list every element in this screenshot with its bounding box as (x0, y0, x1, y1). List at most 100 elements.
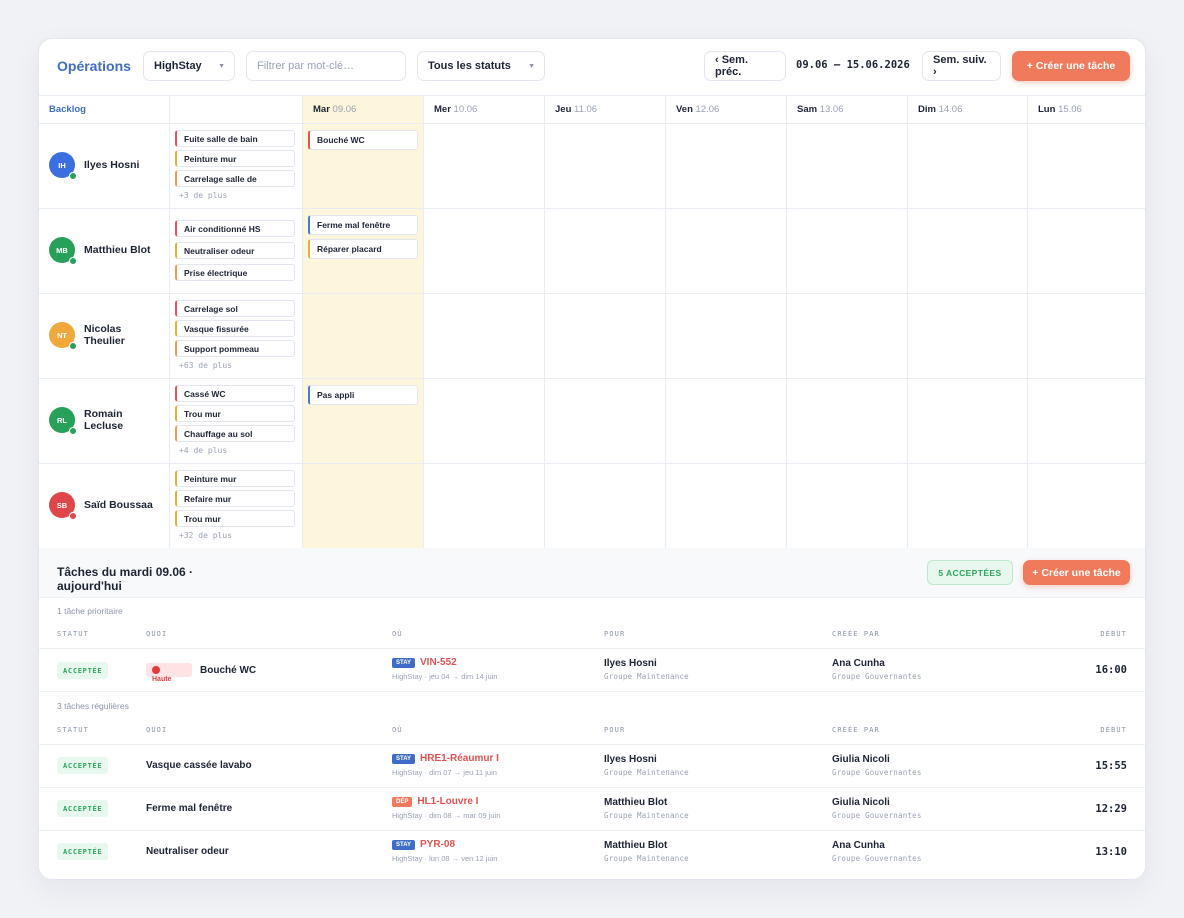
presence-dot (69, 172, 77, 180)
avatar: SB (49, 492, 77, 520)
day-header[interactable]: Jeu 11.06 (544, 95, 665, 124)
create-task-button[interactable]: + Créer une tâche (1012, 51, 1130, 81)
backlog-task[interactable]: Air conditionné HS (175, 220, 295, 237)
scheduled-task[interactable]: Pas appli (308, 385, 418, 405)
backlog-column-header (169, 95, 302, 124)
divider (39, 830, 1145, 831)
person-name: Romain Lecluse (84, 408, 124, 432)
scheduled-task[interactable]: Ferme mal fenêtre (308, 215, 418, 235)
col-header-statut: STATUT (57, 630, 89, 638)
more-link[interactable]: +32 de plus (179, 531, 232, 540)
avatar-initials: NT (57, 330, 67, 340)
person-cell[interactable]: NT Nicolas Theulier (49, 322, 154, 350)
divider (39, 691, 1145, 692)
person-name: Nicolas Theulier (84, 323, 125, 347)
location-link[interactable]: STAY PYR-08 (392, 839, 455, 850)
person-cell[interactable]: RL Romain Lecluse (49, 407, 154, 435)
more-link[interactable]: +3 de plus (179, 191, 227, 200)
avatar-initials: SB (56, 500, 68, 510)
priority-badge (146, 663, 192, 677)
creator-group: Groupe Gouvernantes (832, 811, 922, 820)
backlog-task[interactable]: Trou mur (175, 510, 295, 527)
backlog-task[interactable]: Trou mur (175, 405, 295, 422)
location-link[interactable]: DÉP HL1-Louvre I (392, 796, 478, 807)
task-name: Ferme mal fenêtre (146, 803, 233, 814)
day-name: Dim (918, 104, 936, 115)
person-row: NT Nicolas Theulier Carrelage sol Vasque… (39, 294, 1145, 379)
day-header[interactable]: Sam 13.06 (786, 95, 907, 124)
chevron-down-icon: ▼ (528, 62, 535, 70)
person-row: SB Saïd Boussaa Peinture mur Refaire mur… (39, 464, 1145, 549)
prev-week-button[interactable]: ‹ Sem. préc. (704, 51, 786, 81)
person-cell[interactable]: MB Matthieu Blot (49, 237, 154, 265)
day-header[interactable]: Dim 14.06 (907, 95, 1027, 124)
avatar-initials: IH (58, 160, 66, 170)
col-header-debut: DÉBUT (1100, 726, 1127, 734)
priority-dot-icon (152, 666, 160, 674)
day-name: Sam (797, 104, 818, 115)
divider (39, 787, 1145, 788)
col-header-debut: DÉBUT (1100, 630, 1127, 638)
backlog-task[interactable]: Neutraliser odeur (175, 242, 295, 259)
day-date: 10.06 (453, 104, 478, 115)
day-header[interactable]: Mer 10.06 (423, 95, 544, 124)
creator-group: Groupe Gouvernantes (832, 672, 922, 681)
more-link[interactable]: +63 de plus (179, 361, 232, 370)
chevron-down-icon: ▼ (218, 62, 225, 70)
start-time: 15:55 (1095, 760, 1127, 772)
backlog-task[interactable]: Support pommeau (175, 340, 295, 357)
stay-tag: STAY (392, 840, 416, 850)
status-badge: ACCEPTÉE (57, 757, 109, 774)
backlog-task[interactable]: Fuite salle de bain (175, 130, 295, 147)
day-header[interactable]: Lun 15.06 (1027, 95, 1145, 124)
assignee-group: Groupe Maintenance (604, 672, 689, 681)
assignee-name: Ilyes Hosni (604, 754, 657, 765)
day-name: Ven (676, 104, 693, 115)
backlog-task[interactable]: Vasque fissurée (175, 320, 295, 337)
creator-group: Groupe Gouvernantes (832, 768, 922, 777)
next-week-button[interactable]: Sem. suiv. › (922, 51, 1001, 81)
day-header[interactable]: Ven 12.06 (665, 95, 786, 124)
col-header-creee-par: CRÉÉE PAR (832, 726, 880, 734)
backlog-task[interactable]: Carrelage sol (175, 300, 295, 317)
location-code: PYR-08 (420, 839, 456, 850)
status-select-value: Tous les statuts (428, 60, 511, 72)
backlog-header: Backlog (39, 95, 169, 124)
backlog-task[interactable]: Cassé WC (175, 385, 295, 402)
avatar-initials: MB (56, 245, 68, 255)
regular-section-label: 3 tâches régulières (57, 701, 129, 711)
backlog-task[interactable]: Peinture mur (175, 150, 295, 167)
location-link[interactable]: STAY HRE1-Réaumur I (392, 753, 499, 764)
hotel-select[interactable]: HighStay ▼ (143, 51, 235, 81)
location-code: VIN-552 (420, 657, 457, 668)
person-cell[interactable]: IH Ilyes Hosni (49, 152, 154, 180)
backlog-task[interactable]: Prise électrique (175, 264, 295, 281)
tasks-section: Tâches du mardi 09.06 · aujourd'hui 5 AC… (39, 548, 1145, 879)
location-code: HL1-Louvre I (417, 796, 479, 807)
day-header[interactable]: Mar 09.06 (302, 95, 423, 124)
backlog-task[interactable]: Peinture mur (175, 470, 295, 487)
start-time: 12:29 (1095, 803, 1127, 815)
status-badge: ACCEPTÉE (57, 800, 109, 817)
avatar: RL (49, 407, 77, 435)
location-link[interactable]: STAY VIN-552 (392, 657, 457, 668)
day-name: Lun (1038, 104, 1056, 115)
filter-input[interactable]: Filtrer par mot-clé… (246, 51, 406, 81)
date-range: 09.06 — 15.06.2026 (796, 59, 910, 71)
start-time: 13:10 (1095, 846, 1127, 858)
scheduled-task[interactable]: Réparer placard (308, 239, 418, 259)
dep-tag: DÉP (392, 797, 413, 807)
tasks-header: Tâches du mardi 09.06 · aujourd'hui 5 AC… (39, 548, 1145, 598)
avatar: MB (49, 237, 77, 265)
more-link[interactable]: +4 de plus (179, 446, 227, 455)
person-cell[interactable]: SB Saïd Boussaa (49, 492, 154, 520)
backlog-task[interactable]: Chauffage au sol (175, 425, 295, 442)
scheduled-task[interactable]: Bouché WC (308, 130, 418, 150)
create-task-button[interactable]: + Créer une tâche (1023, 560, 1130, 585)
avatar: IH (49, 152, 77, 180)
accepted-count-badge[interactable]: 5 ACCEPTÉES (927, 560, 1013, 585)
backlog-task[interactable]: Carrelage salle de (175, 170, 295, 187)
status-select[interactable]: Tous les statuts ▼ (417, 51, 545, 81)
assignee-group: Groupe Maintenance (604, 768, 689, 777)
backlog-task[interactable]: Refaire mur (175, 490, 295, 507)
